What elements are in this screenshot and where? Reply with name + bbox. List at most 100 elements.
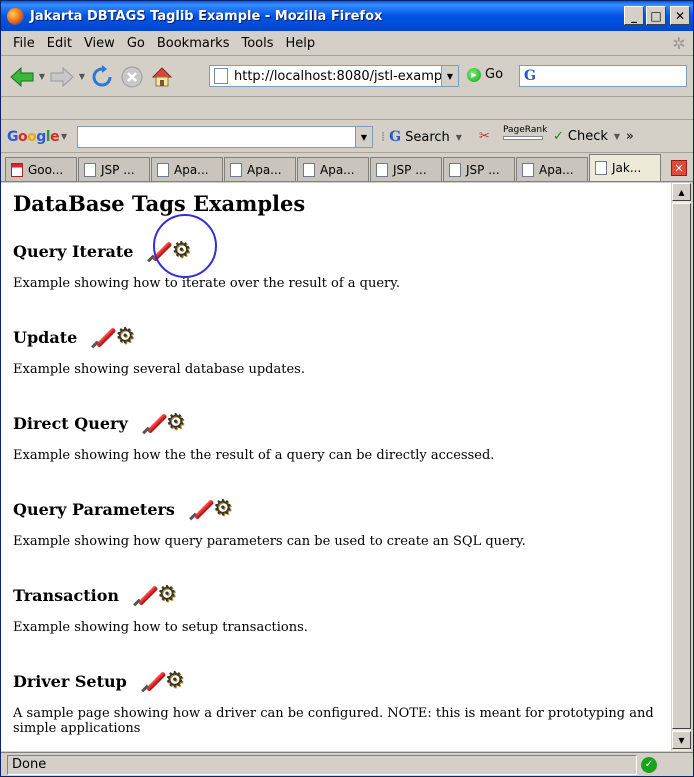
gears-icon[interactable]: ⚙ [157, 584, 177, 606]
maximize-button[interactable]: □ [646, 6, 666, 25]
spell-check-button[interactable]: ✓ Check ▼ » [553, 129, 634, 144]
status-text: Done [7, 754, 637, 775]
back-history-dropdown[interactable]: ▼ [37, 72, 47, 81]
go-label: Go [485, 67, 504, 82]
tab-2[interactable]: JSP ... [78, 157, 150, 181]
section-title: Direct Query [13, 413, 128, 433]
page-icon [522, 162, 534, 177]
search-options-dropdown[interactable]: ▼ [454, 133, 464, 142]
pencil-icon[interactable] [141, 668, 167, 694]
example-links: ⚙ [133, 582, 177, 608]
check-label: Check [567, 129, 608, 144]
stop-icon [121, 66, 143, 87]
more-chevron[interactable]: » [626, 129, 634, 144]
section-title: Query Parameters [13, 499, 175, 519]
gears-icon[interactable]: ⚙ [213, 498, 233, 520]
stop-button[interactable] [117, 62, 147, 92]
security-check-icon[interactable]: ✓ [641, 756, 657, 773]
example-links: ⚙ [189, 496, 233, 522]
forward-button[interactable] [47, 62, 77, 92]
check-options-dropdown[interactable]: ▼ [612, 132, 622, 141]
tab-5[interactable]: Apa... [297, 157, 369, 181]
page-icon [157, 162, 169, 177]
section-title: Driver Setup [13, 671, 127, 691]
go-button[interactable]: ▶ Go [467, 67, 503, 82]
tab-bar: Goo... JSP ... Apa... Apa... Apa... JSP … [1, 154, 693, 182]
page-icon [376, 162, 388, 177]
bookmarks-toolbar [1, 98, 693, 120]
google-search-button[interactable]: ⁞ G Search ▼ [381, 129, 464, 145]
menu-go[interactable]: Go [121, 36, 151, 51]
tab-4[interactable]: Apa... [224, 157, 296, 181]
forward-arrow-icon [50, 66, 74, 87]
address-bar[interactable]: http://localhost:8080/jstl-examp ▼ [209, 65, 459, 87]
google-search-input[interactable]: ▼ [77, 126, 373, 148]
menu-edit[interactable]: Edit [41, 36, 78, 51]
firefox-icon [7, 7, 24, 25]
minimize-button[interactable]: _ [624, 6, 644, 25]
tab-1[interactable]: Goo... [5, 157, 77, 181]
gears-icon[interactable]: ⚙ [115, 326, 135, 348]
search-bar[interactable]: G [519, 65, 687, 87]
menu-file[interactable]: File [7, 36, 41, 51]
google-logo[interactable]: Google [7, 129, 60, 145]
scroll-thumb[interactable] [672, 203, 691, 729]
menu-bar: File Edit View Go Bookmarks Tools Help ✲ [1, 32, 693, 56]
separator-grip-icon: ⁞ [381, 129, 386, 145]
tab-6[interactable]: JSP ... [370, 157, 442, 181]
page-icon [303, 162, 315, 177]
pencil-icon[interactable] [91, 324, 117, 350]
section-update: Update ⚙ Example showing several databas… [13, 318, 659, 404]
section-driver-setup: Driver Setup ⚙ A sample page showing how… [13, 662, 659, 748]
url-history-dropdown[interactable]: ▼ [441, 66, 458, 86]
scroll-down-button[interactable]: ▼ [672, 731, 691, 749]
window-title: Jakarta DBTAGS Taglib Example - Mozilla … [30, 8, 383, 24]
section-transaction: Transaction ⚙ Example showing how to set… [13, 576, 659, 662]
close-button[interactable]: ✕ [670, 6, 690, 25]
page-icon [595, 161, 607, 175]
page-icon [449, 162, 461, 177]
title-bar: Jakarta DBTAGS Taglib Example - Mozilla … [1, 1, 693, 31]
go-arrow-icon: ▶ [467, 67, 481, 82]
reload-button[interactable] [87, 62, 117, 92]
section-query-iterate: Query Iterate ⚙ Example showing how to i… [13, 214, 659, 318]
menu-view[interactable]: View [78, 36, 121, 51]
menu-bookmarks[interactable]: Bookmarks [151, 36, 236, 51]
pencil-icon[interactable] [189, 496, 215, 522]
popup-blocker-button[interactable]: ✂ [479, 129, 490, 144]
section-title: Transaction [13, 585, 120, 605]
gears-icon[interactable]: ⚙ [165, 670, 185, 692]
pagerank-label: PageRank [503, 125, 548, 135]
navigation-toolbar: ▼ ▼ http://localhost:8080/jstl-examp ▼ ▶… [1, 57, 693, 97]
tab-8[interactable]: Apa... [516, 157, 588, 181]
spellcheck-icon: ✓ [553, 129, 564, 144]
section-direct-query: Direct Query ⚙ Example showing how the t… [13, 404, 659, 490]
gears-icon[interactable]: ⚙ [166, 412, 186, 434]
section-description: Example showing how to iterate over the … [13, 276, 401, 291]
back-button[interactable] [7, 62, 37, 92]
pencil-icon[interactable] [133, 582, 159, 608]
section-title: Update [13, 327, 78, 347]
google-menu-dropdown[interactable]: ▼ [59, 132, 69, 141]
google-toolbar: Google ▼ ▼ ⁞ G Search ▼ ✂ PageRank ✓ Che… [1, 121, 693, 153]
tab-3[interactable]: Apa... [151, 157, 223, 181]
home-button[interactable] [147, 62, 177, 92]
pagerank-indicator[interactable]: PageRank [503, 126, 547, 140]
url-text[interactable]: http://localhost:8080/jstl-examp [234, 69, 441, 84]
pencil-icon[interactable] [142, 410, 168, 436]
menu-tools[interactable]: Tools [235, 36, 279, 51]
vertical-scrollbar[interactable]: ▲ ▼ [671, 183, 691, 751]
section-description: Example showing how query parameters can… [13, 534, 526, 549]
menu-help[interactable]: Help [280, 36, 322, 51]
calendar-icon [11, 162, 23, 177]
section-description: Example showing how the the result of a … [13, 448, 495, 463]
tab-9-active[interactable]: Jak... [589, 154, 661, 181]
tab-7[interactable]: JSP ... [443, 157, 515, 181]
forward-history-dropdown[interactable]: ▼ [77, 72, 87, 81]
example-links: ⚙ [142, 410, 186, 436]
scroll-up-button[interactable]: ▲ [672, 183, 691, 201]
google-search-history-dropdown[interactable]: ▼ [355, 127, 372, 147]
reload-icon [92, 64, 112, 86]
google-engine-icon[interactable]: G [524, 68, 536, 84]
close-tab-icon[interactable]: ✕ [671, 160, 687, 176]
